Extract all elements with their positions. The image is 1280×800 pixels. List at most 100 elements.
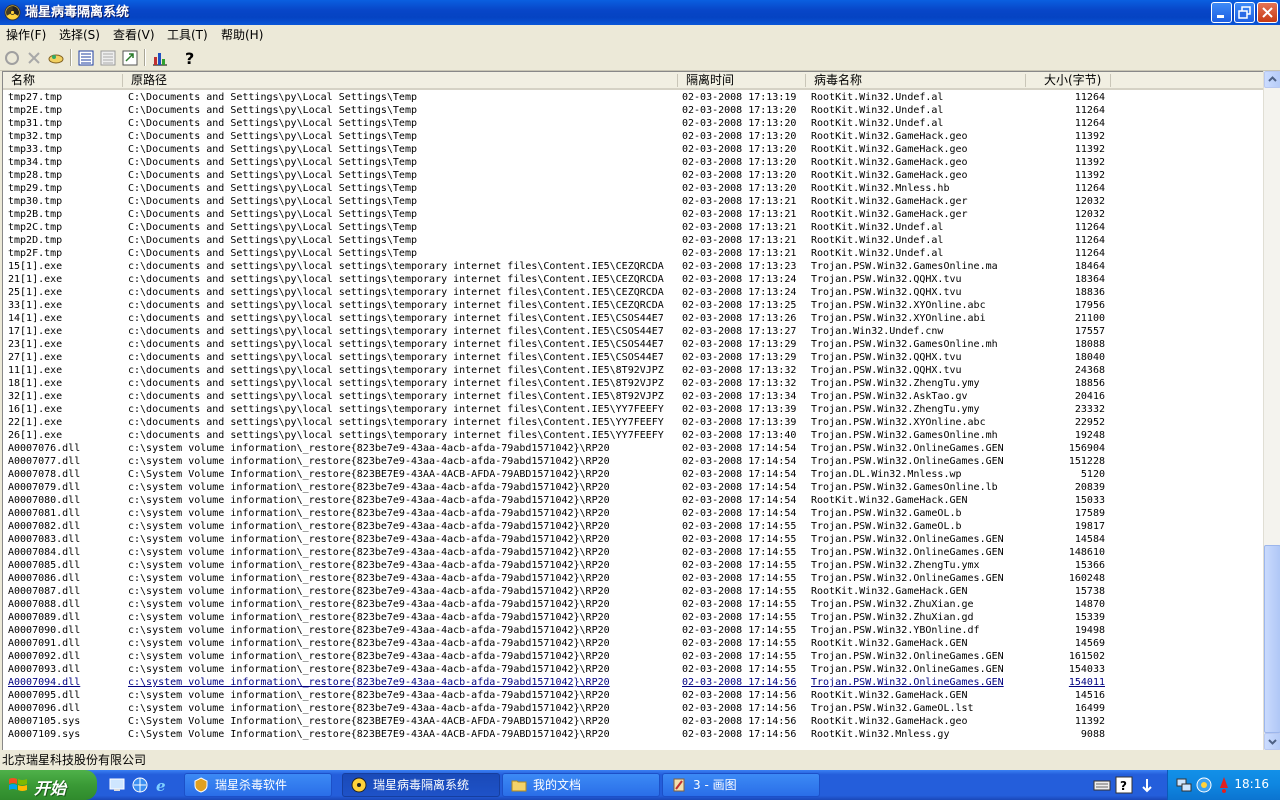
minimize-button[interactable] (1211, 2, 1232, 23)
file-size-cell: 17557 (1074, 326, 1105, 337)
taskbar-button-rising-antivirus[interactable]: 瑞星杀毒软件 (184, 773, 332, 797)
list-item[interactable]: 11[1].exe c:\documents and settings\py\lo… (3, 364, 1264, 377)
list-item[interactable]: tmp34.tmp C:\Documents and Settings\py\Lo… (3, 156, 1264, 169)
list-item[interactable]: 16[1].exe c:\documents and settings\py\lo… (3, 403, 1264, 416)
list-item[interactable]: A0007079.dll c:\system volume information… (3, 481, 1264, 494)
column-header-time[interactable]: 隔离时间 (678, 72, 806, 90)
list-item[interactable]: A0007109.sys C:\System Volume Information… (3, 728, 1264, 741)
list-item[interactable]: tmp33.tmp C:\Documents and Settings\py\Lo… (3, 143, 1264, 156)
scroll-up-button[interactable] (1264, 71, 1280, 88)
keyboard-icon[interactable] (1093, 776, 1111, 794)
list-item[interactable]: A0007077.dll c:\system volume information… (3, 455, 1264, 468)
list-item[interactable]: tmp2C.tmp C:\Documents and Settings\py\Lo… (3, 221, 1264, 234)
list-item[interactable]: 22[1].exe c:\documents and settings\py\lo… (3, 416, 1264, 429)
list-item[interactable]: 18[1].exe c:\documents and settings\py\lo… (3, 377, 1264, 390)
statistics-icon[interactable] (150, 48, 170, 68)
start-button[interactable]: 开始 (0, 770, 97, 800)
refresh-icon[interactable] (120, 48, 140, 68)
list-item[interactable]: tmp2E.tmp C:\Documents and Settings\py\Lo… (3, 104, 1264, 117)
list-item[interactable]: A0007078.dll C:\System Volume Information… (3, 468, 1264, 481)
menu-tools[interactable]: 工具(T) (167, 27, 208, 43)
list-item[interactable]: A0007076.dll c:\system volume information… (3, 442, 1264, 455)
column-header-name[interactable]: 名称 (3, 72, 123, 90)
list-item[interactable]: tmp2F.tmp C:\Documents and Settings\py\Lo… (3, 247, 1264, 260)
column-header-size[interactable]: 大小(字节) (1026, 72, 1111, 90)
rising-monitor-icon[interactable] (1196, 777, 1212, 793)
list-item[interactable]: 26[1].exe c:\documents and settings\py\lo… (3, 429, 1264, 442)
menu-view[interactable]: 查看(V) (113, 27, 155, 43)
list-item[interactable]: A0007080.dll c:\system volume information… (3, 494, 1264, 507)
title-bar[interactable]: 瑞星病毒隔离系统 (0, 0, 1280, 25)
list-item[interactable]: A0007088.dll c:\system volume information… (3, 598, 1264, 611)
list-item[interactable]: A0007082.dll c:\system volume information… (3, 520, 1264, 533)
close-button[interactable] (1257, 2, 1278, 23)
list-item[interactable]: A0007105.sys C:\System Volume Information… (3, 715, 1264, 728)
list-item[interactable]: 25[1].exe c:\documents and settings\py\lo… (3, 286, 1264, 299)
scroll-thumb[interactable] (1264, 545, 1280, 733)
list-item[interactable]: 21[1].exe c:\documents and settings\py\lo… (3, 273, 1264, 286)
restore-file-icon[interactable] (2, 48, 22, 68)
input-method-icon[interactable] (1138, 776, 1156, 794)
taskbar-button-paint[interactable]: 3 - 画图 (662, 773, 820, 797)
list-item[interactable]: A0007092.dll c:\system volume information… (3, 650, 1264, 663)
list-item[interactable]: A0007089.dll c:\system volume information… (3, 611, 1264, 624)
list-item[interactable]: tmp2D.tmp C:\Documents and Settings\py\Lo… (3, 234, 1264, 247)
details-view-icon[interactable] (76, 48, 96, 68)
list-view-icon[interactable] (98, 48, 118, 68)
help-icon[interactable]: ? (1115, 776, 1133, 794)
network-icon[interactable] (1176, 777, 1192, 793)
quarantine-list[interactable]: 名称 原路径 隔离时间 病毒名称 大小(字节) tmp27.tmp C:\Docu… (2, 71, 1264, 751)
delete-icon[interactable] (24, 48, 44, 68)
list-item[interactable]: A0007096.dll c:\system volume information… (3, 702, 1264, 715)
menu-operation[interactable]: 操作(F) (6, 27, 46, 43)
list-item[interactable]: 17[1].exe c:\documents and settings\py\lo… (3, 325, 1264, 338)
virus-name-cell: RootKit.Win32.Undef.al (811, 92, 944, 103)
file-name-cell: 11[1].exe (8, 365, 63, 376)
list-item[interactable]: tmp2B.tmp C:\Documents and Settings\py\Lo… (3, 208, 1264, 221)
maximize-button[interactable] (1234, 2, 1255, 23)
menu-help[interactable]: 帮助(H) (221, 27, 263, 43)
list-item[interactable]: A0007091.dll c:\system volume information… (3, 637, 1264, 650)
list-item[interactable]: tmp30.tmp C:\Documents and Settings\py\Lo… (3, 195, 1264, 208)
column-header-virus[interactable]: 病毒名称 (806, 72, 1026, 90)
list-item[interactable]: tmp32.tmp C:\Documents and Settings\py\Lo… (3, 130, 1264, 143)
list-item[interactable]: tmp27.tmp C:\Documents and Settings\py\Lo… (3, 91, 1264, 104)
list-item[interactable]: 33[1].exe c:\documents and settings\py\lo… (3, 299, 1264, 312)
list-item[interactable]: 32[1].exe c:\documents and settings\py\lo… (3, 390, 1264, 403)
list-item[interactable]: 27[1].exe c:\documents and settings\py\lo… (3, 351, 1264, 364)
list-item[interactable]: A0007081.dll c:\system volume information… (3, 507, 1264, 520)
list-item[interactable]: tmp29.tmp C:\Documents and Settings\py\Lo… (3, 182, 1264, 195)
help-icon[interactable]: ? (180, 48, 200, 68)
scan-icon[interactable] (46, 48, 66, 68)
file-name-cell: 25[1].exe (8, 287, 63, 298)
list-item[interactable]: A0007095.dll c:\system volume information… (3, 689, 1264, 702)
list-item[interactable]: A0007093.dll c:\system volume information… (3, 663, 1264, 676)
taskbar-button-quarantine[interactable]: 瑞星病毒隔离系统 (342, 773, 500, 797)
list-item[interactable]: tmp28.tmp C:\Documents and Settings\py\Lo… (3, 169, 1264, 182)
list-item[interactable]: A0007087.dll c:\system volume information… (3, 585, 1264, 598)
list-item[interactable]: A0007094.dll c:\system volume information… (3, 676, 1264, 689)
desktop-icon[interactable] (108, 776, 126, 794)
list-item[interactable]: A0007085.dll c:\system volume information… (3, 559, 1264, 572)
column-header-path[interactable]: 原路径 (123, 72, 678, 90)
file-name-cell: A0007083.dll (8, 534, 81, 545)
list-item[interactable]: A0007086.dll c:\system volume information… (3, 572, 1264, 585)
original-path-cell: c:\system volume information\_restore{82… (128, 599, 610, 610)
taskbar-button-label: 我的文档 (533, 778, 582, 792)
list-item[interactable]: 23[1].exe c:\documents and settings\py\lo… (3, 338, 1264, 351)
alert-icon[interactable] (1216, 776, 1232, 794)
scroll-down-button[interactable] (1264, 733, 1280, 750)
taskbar-button-my-documents[interactable]: 我的文档 (502, 773, 660, 797)
list-item[interactable]: 14[1].exe c:\documents and settings\py\lo… (3, 312, 1264, 325)
menu-select[interactable]: 选择(S) (59, 27, 100, 43)
browser-icon[interactable] (131, 776, 149, 794)
list-item[interactable]: tmp31.tmp C:\Documents and Settings\py\Lo… (3, 117, 1264, 130)
internet-explorer-icon[interactable]: e (154, 776, 172, 794)
list-item[interactable]: A0007090.dll c:\system volume information… (3, 624, 1264, 637)
quarantine-time-cell: 02-03-2008 17:13:29 (682, 352, 797, 363)
list-item[interactable]: A0007084.dll c:\system volume information… (3, 546, 1264, 559)
list-item[interactable]: 15[1].exe c:\documents and settings\py\lo… (3, 260, 1264, 273)
file-size-cell: 21100 (1074, 313, 1105, 324)
vertical-scrollbar[interactable] (1263, 71, 1280, 750)
list-item[interactable]: A0007083.dll c:\system volume information… (3, 533, 1264, 546)
